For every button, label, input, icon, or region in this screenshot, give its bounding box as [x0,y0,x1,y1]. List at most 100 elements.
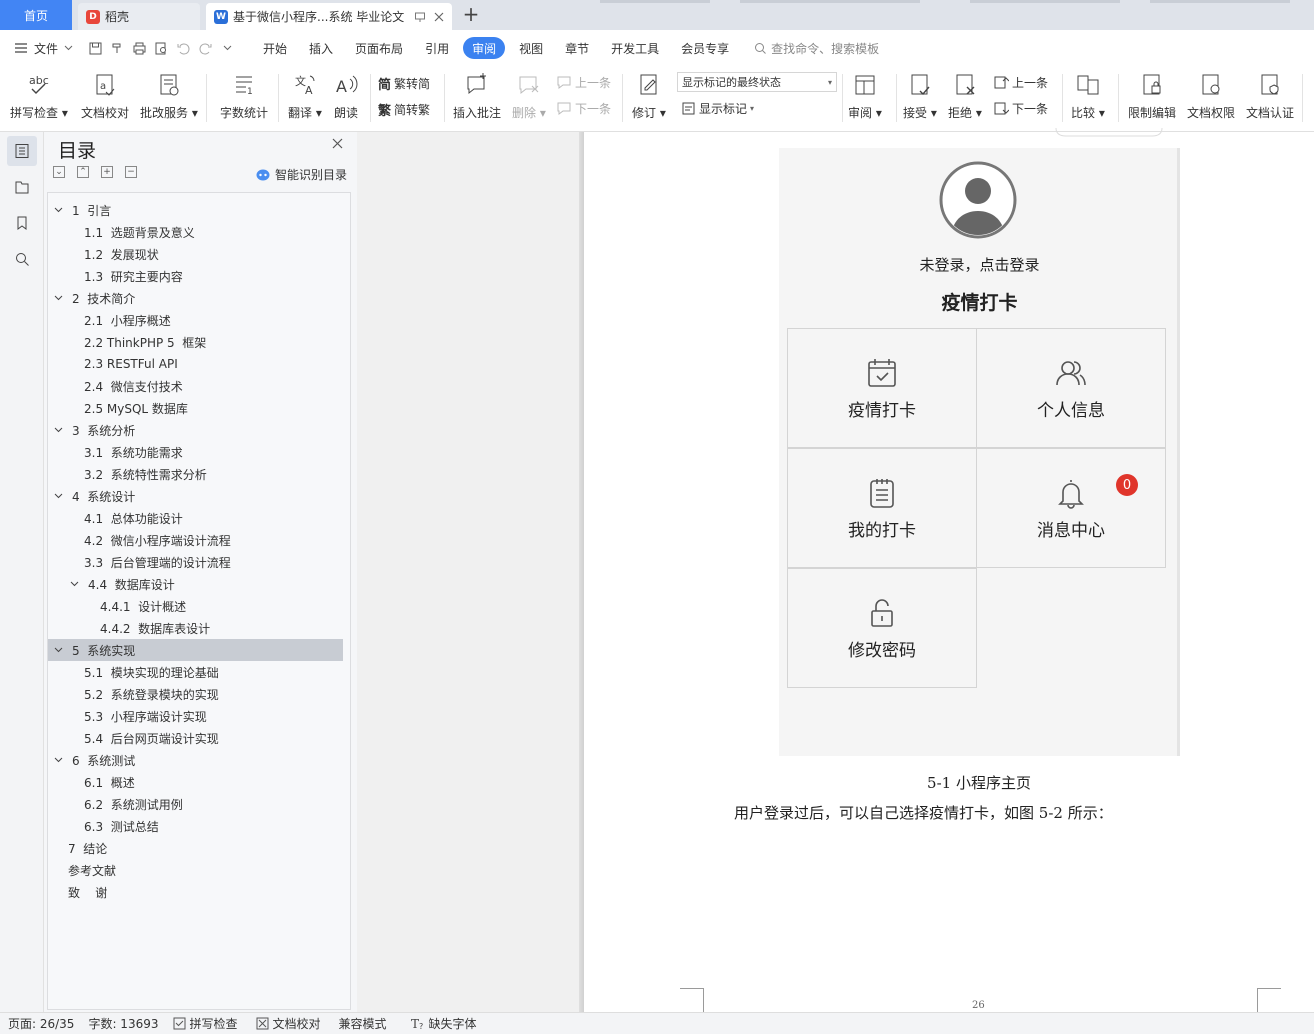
format-painter-icon[interactable] [106,37,128,59]
toc-item[interactable]: 4.4.1 设计概述 [48,595,343,617]
menu-tab-6[interactable]: 章节 [554,37,600,59]
toc-item[interactable]: 6.2 系统测试用例 [48,793,343,815]
menu-tab-2[interactable]: 页面布局 [344,37,414,59]
quick-access-more-icon[interactable] [216,37,238,59]
toc-item[interactable]: 4.1 总体功能设计 [48,507,343,529]
close-icon[interactable] [332,138,343,149]
toc-item[interactable]: 2.5 MySQL 数据库 [48,397,343,419]
toc-item[interactable]: 2.1 小程序概述 [48,309,343,331]
compare-button[interactable]: 比较 ▾ [1071,70,1105,121]
collapse-all-icon[interactable]: ⌃ [77,166,89,178]
toc-item[interactable]: 2.4 微信支付技术 [48,375,343,397]
menu-tab-4[interactable]: 审阅 [463,37,506,59]
review-pane-button[interactable]: 审阅 ▾ [848,70,882,121]
checkin-cell[interactable]: 疫情打卡 [787,328,977,448]
chevron-down-icon[interactable] [54,647,68,653]
prev-change-button[interactable]: 上一条 [993,74,1048,91]
toc-item[interactable]: 1.3 研究主要内容 [48,265,343,287]
toc-item[interactable]: 4 系统设计 [48,485,343,507]
toc-item[interactable]: 1.2 发展现状 [48,243,343,265]
undo-icon[interactable] [172,37,194,59]
translate-button[interactable]: 文A 翻译 ▾ [288,70,322,121]
prev-comment-button[interactable]: 上一条 [556,74,611,91]
toc-item[interactable]: 5.2 系统登录模块的实现 [48,683,343,705]
toc-item[interactable]: 3.1 系统功能需求 [48,441,343,463]
spell-check-toggle[interactable]: 拼写检查 [173,1015,238,1032]
toc-item[interactable]: 6.3 测试总结 [48,815,343,837]
toc-item[interactable]: 参考文献 [48,859,343,881]
tab-document[interactable]: W 基于微信小程序...系统 毕业论文 [206,3,452,30]
ai-detect-toc-button[interactable]: 智能识别目录 [256,166,347,183]
expand-all-icon[interactable]: ⌄ [53,166,65,178]
redo-icon[interactable] [194,37,216,59]
toc-item[interactable]: 4.4 数据库设计 [48,573,343,595]
find-pane-button[interactable] [7,244,37,274]
print-icon[interactable] [128,37,150,59]
reject-button[interactable]: 拒绝 ▾ [948,70,982,121]
chevron-down-icon[interactable] [70,581,84,587]
toc-item[interactable]: 4.2 微信小程序端设计流程 [48,529,343,551]
word-count-indicator[interactable]: 字数: 13693 [88,1015,158,1032]
next-change-button[interactable]: 下一条 [993,100,1048,117]
close-tab-icon[interactable] [434,12,444,22]
tab-home[interactable]: 首页 [0,0,72,30]
toc-item[interactable]: 2.3 RESTFul API [48,353,343,375]
toc-item[interactable]: 3.2 系统特性需求分析 [48,463,343,485]
my-checkin-cell[interactable]: 我的打卡 [787,448,977,568]
toc-item[interactable]: 4.4.2 数据库表设计 [48,617,343,639]
toc-item[interactable]: 3.3 后台管理端的设计流程 [48,551,343,573]
menu-tab-5[interactable]: 视图 [508,37,554,59]
toc-item[interactable]: 5 系统实现 [48,639,343,661]
proofread-button[interactable]: a 文档校对 [81,70,129,121]
page-indicator[interactable]: 页面: 26/35 [8,1015,74,1032]
show-markup-button[interactable]: 显示标记 ▾ [681,100,754,117]
profile-cell[interactable]: 个人信息 [976,328,1166,448]
review-service-button[interactable]: 批改服务 ▾ [140,70,198,121]
file-menu[interactable]: 文件 [0,37,84,59]
display-state-select[interactable]: 显示标记的最终状态 ▾ [677,72,837,92]
chevron-down-icon[interactable] [54,207,68,213]
save-icon[interactable] [84,37,106,59]
toc-item[interactable]: 1 引言 [48,199,343,221]
menu-tab-0[interactable]: 开始 [252,37,298,59]
insert-comment-button[interactable]: 插入批注 [453,70,501,121]
toc-item[interactable]: 2 技术简介 [48,287,343,309]
menu-tab-8[interactable]: 会员专享 [670,37,740,59]
toc-item[interactable]: 致 谢 [48,881,343,903]
proofread-toggle[interactable]: 文档校对 [256,1015,321,1032]
track-changes-button[interactable]: 修订 ▾ [632,70,666,121]
toc-item[interactable]: 3 系统分析 [48,419,343,441]
pin-icon[interactable] [414,11,426,23]
read-aloud-button[interactable]: A 朗读 [332,70,360,121]
toc-item[interactable]: 5.3 小程序端设计实现 [48,705,343,727]
word-count-button[interactable]: 1 字数统计 [220,70,268,121]
simp-to-trad-button[interactable]: 繁 简转繁 [378,100,430,119]
toc-item[interactable]: 1.1 选题背景及意义 [48,221,343,243]
toc-pane-button[interactable] [7,136,37,166]
tab-docer[interactable]: D 稻壳 [78,3,200,30]
remove-item-icon[interactable]: − [125,166,137,178]
missing-font-button[interactable]: T? 缺失字体 [411,1015,477,1032]
toc-item[interactable]: 5.4 后台网页端设计实现 [48,727,343,749]
chevron-down-icon[interactable] [54,493,68,499]
chevron-down-icon[interactable] [54,427,68,433]
command-search[interactable]: 查找命令、搜索模板 [754,40,879,57]
toc-item[interactable]: 7 结论 [48,837,343,859]
chevron-down-icon[interactable] [54,757,68,763]
print-preview-icon[interactable] [150,37,172,59]
chevron-down-icon[interactable] [54,295,68,301]
toc-item[interactable]: 6.1 概述 [48,771,343,793]
accept-button[interactable]: 接受 ▾ [903,70,937,121]
menu-tab-3[interactable]: 引用 [414,37,460,59]
toc-item[interactable]: 6 系统测试 [48,749,343,771]
trad-to-simp-button[interactable]: 简 繁转简 [378,74,430,93]
change-password-cell[interactable]: 修改密码 [787,568,977,688]
restrict-editing-button[interactable]: 限制编辑 [1128,70,1176,121]
next-comment-button[interactable]: 下一条 [556,100,611,117]
toc-item[interactable]: 5.1 模块实现的理论基础 [48,661,343,683]
menu-tab-1[interactable]: 插入 [298,37,344,59]
message-center-cell[interactable]: 消息中心 0 [976,448,1166,568]
delete-comment-button[interactable]: 删除 ▾ [512,70,546,121]
login-prompt[interactable]: 未登录，点击登录 [779,254,1180,275]
doc-permission-button[interactable]: 文档权限 [1187,70,1235,121]
